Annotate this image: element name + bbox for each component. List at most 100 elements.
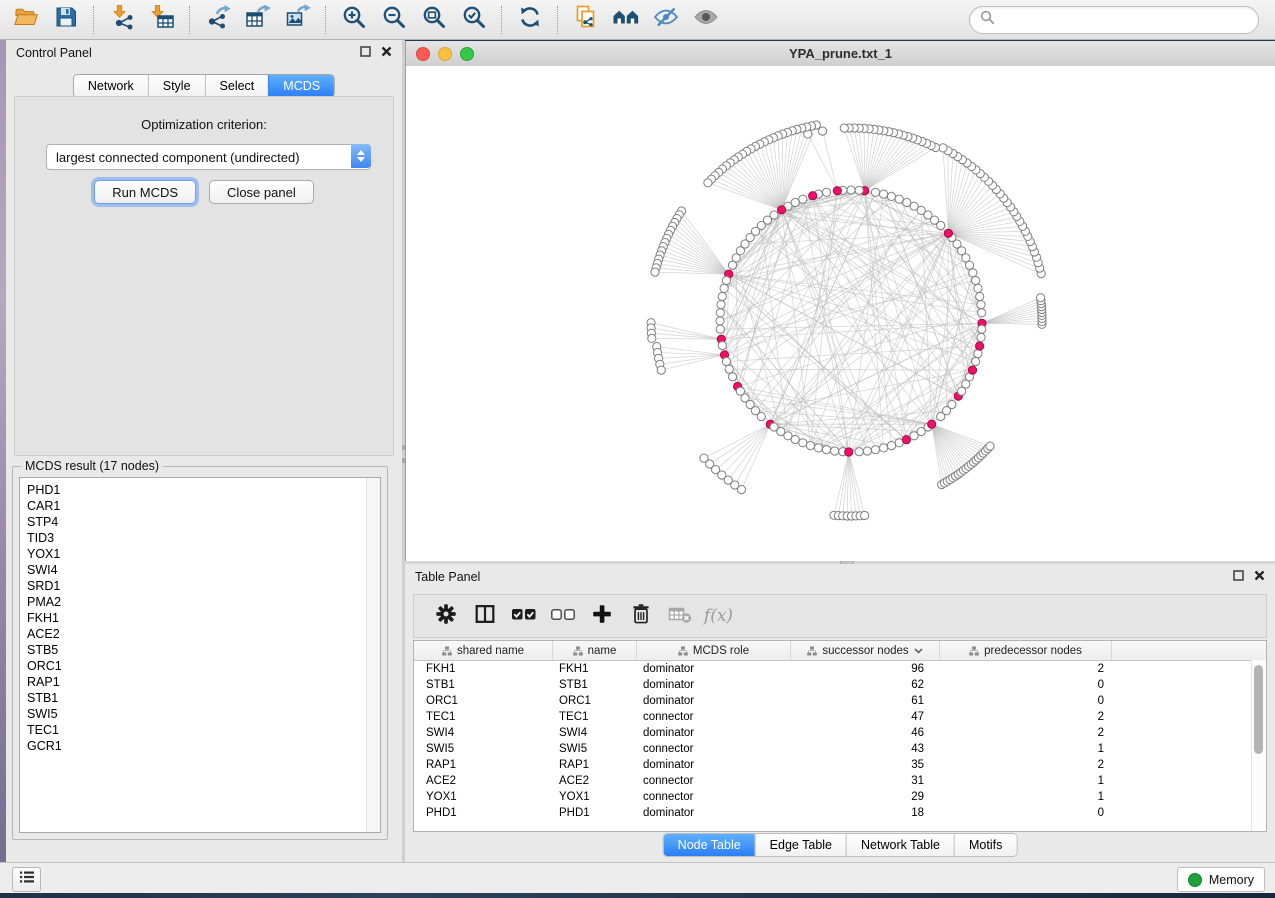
cell-predecessor-nodes[interactable]: 1 [940,791,1112,803]
result-list-item[interactable]: ACE2 [27,626,380,642]
cell-shared-name[interactable]: STB1 [414,679,553,691]
table-row[interactable]: FKH1FKH1dominator962 [414,661,1266,677]
close-panel-icon[interactable] [1254,570,1265,584]
cell-predecessor-nodes[interactable]: 1 [940,775,1112,787]
show-all-button[interactable] [686,2,726,38]
tab-network-table[interactable]: Network Table [846,834,954,856]
memory-button[interactable]: Memory [1177,867,1265,892]
open-session-button[interactable] [6,2,46,38]
column-header-mcds-role[interactable]: MCDS role [637,641,791,660]
cell-successor-nodes[interactable]: 31 [791,775,940,787]
run-mcds-button[interactable]: Run MCDS [94,180,196,204]
create-column-button[interactable] [582,598,621,634]
mcds-result-list[interactable]: PHD1CAR1STP4TID3YOX1SWI4SRD1PMA2FKH1ACE2… [19,477,381,833]
float-panel-icon[interactable] [1233,570,1244,584]
cell-name[interactable]: PHD1 [553,807,637,819]
close-panel-button[interactable]: Close panel [209,180,314,204]
column-header-successor-nodes[interactable]: successor nodes [791,641,940,660]
deselect-all-rows-button[interactable] [543,598,582,634]
table-settings-button[interactable] [426,598,465,634]
zoom-in-button[interactable] [334,2,374,38]
cell-successor-nodes[interactable]: 29 [791,791,940,803]
table-row[interactable]: PHD1PHD1dominator180 [414,805,1266,821]
table-row[interactable]: RAP1RAP1dominator352 [414,757,1266,773]
search-input[interactable] [1001,12,1248,28]
result-list-item[interactable]: ORC1 [27,658,380,674]
result-list-item[interactable]: TEC1 [27,722,380,738]
table-row[interactable]: STB1STB1dominator620 [414,677,1266,693]
cell-name[interactable]: SWI5 [553,743,637,755]
tab-style[interactable]: Style [148,75,205,97]
cell-name[interactable]: YOX1 [553,791,637,803]
result-list-item[interactable]: FKH1 [27,610,380,626]
select-all-rows-button[interactable] [504,598,543,634]
result-list-item[interactable]: STB1 [27,690,380,706]
close-panel-icon[interactable] [381,46,392,60]
node-table[interactable]: shared namenameMCDS rolesuccessor nodesp… [413,640,1267,832]
result-list-item[interactable]: GCR1 [27,738,380,754]
table-row[interactable]: ORC1ORC1dominator610 [414,693,1266,709]
tab-motifs[interactable]: Motifs [954,834,1016,856]
result-list-item[interactable]: YOX1 [27,546,380,562]
cell-predecessor-nodes[interactable]: 0 [940,679,1112,691]
task-history-button[interactable] [12,867,41,892]
result-list-item[interactable]: SWI4 [27,562,380,578]
cell-shared-name[interactable]: SWI5 [414,743,553,755]
result-list-item[interactable]: CAR1 [27,498,380,514]
table-row[interactable]: SWI5SWI5connector431 [414,741,1266,757]
float-panel-icon[interactable] [360,46,371,60]
column-header-name[interactable]: name [553,641,637,660]
tab-edge-table[interactable]: Edge Table [755,834,846,856]
tab-network[interactable]: Network [74,75,148,97]
show-column-panel-button[interactable] [465,598,504,634]
cell-mcds-role[interactable]: dominator [637,663,791,675]
column-header-shared-name[interactable]: shared name [414,641,553,660]
cell-name[interactable]: RAP1 [553,759,637,771]
cell-successor-nodes[interactable]: 47 [791,711,940,723]
first-neighbors-button[interactable] [606,2,646,38]
result-list-item[interactable]: SRD1 [27,578,380,594]
zoom-selected-button[interactable] [454,2,494,38]
cell-name[interactable]: ACE2 [553,775,637,787]
cell-mcds-role[interactable]: connector [637,711,791,723]
result-list-item[interactable]: PHD1 [27,482,380,498]
table-scrollbar-thumb[interactable] [1254,665,1263,754]
cell-mcds-role[interactable]: dominator [637,807,791,819]
save-session-button[interactable] [46,2,86,38]
import-table-button[interactable] [142,2,182,38]
window-minimize-traffic-light[interactable] [438,47,452,61]
export-image-button[interactable] [278,2,318,38]
cell-successor-nodes[interactable]: 35 [791,759,940,771]
tab-select[interactable]: Select [205,75,269,97]
table-row[interactable]: ACE2ACE2connector311 [414,773,1266,789]
cell-predecessor-nodes[interactable]: 2 [940,759,1112,771]
result-list-item[interactable]: STP4 [27,514,380,530]
optimization-criterion-select[interactable]: largest connected component (undirected) [46,144,371,170]
cell-predecessor-nodes[interactable]: 1 [940,743,1112,755]
refresh-button[interactable] [510,2,550,38]
tab-node-table[interactable]: Node Table [664,834,755,856]
zoom-fit-button[interactable] [414,2,454,38]
cell-mcds-role[interactable]: dominator [637,679,791,691]
cell-mcds-role[interactable]: dominator [637,727,791,739]
cell-shared-name[interactable]: SWI4 [414,727,553,739]
cell-mcds-role[interactable]: connector [637,791,791,803]
cell-shared-name[interactable]: ORC1 [414,695,553,707]
export-table-button[interactable] [238,2,278,38]
cell-predecessor-nodes[interactable]: 2 [940,663,1112,675]
cell-shared-name[interactable]: YOX1 [414,791,553,803]
cell-shared-name[interactable]: FKH1 [414,663,553,675]
cell-name[interactable]: ORC1 [553,695,637,707]
export-network-button[interactable] [198,2,238,38]
cell-successor-nodes[interactable]: 46 [791,727,940,739]
result-list-item[interactable]: RAP1 [27,674,380,690]
network-search-box[interactable] [969,6,1259,34]
cell-mcds-role[interactable]: connector [637,775,791,787]
result-list-scrollbar[interactable] [366,478,380,832]
cell-shared-name[interactable]: PHD1 [414,807,553,819]
import-network-button[interactable] [102,2,142,38]
table-row[interactable]: TEC1TEC1connector472 [414,709,1266,725]
delete-column-button[interactable] [621,598,660,634]
cell-name[interactable]: SWI4 [553,727,637,739]
cell-successor-nodes[interactable]: 62 [791,679,940,691]
